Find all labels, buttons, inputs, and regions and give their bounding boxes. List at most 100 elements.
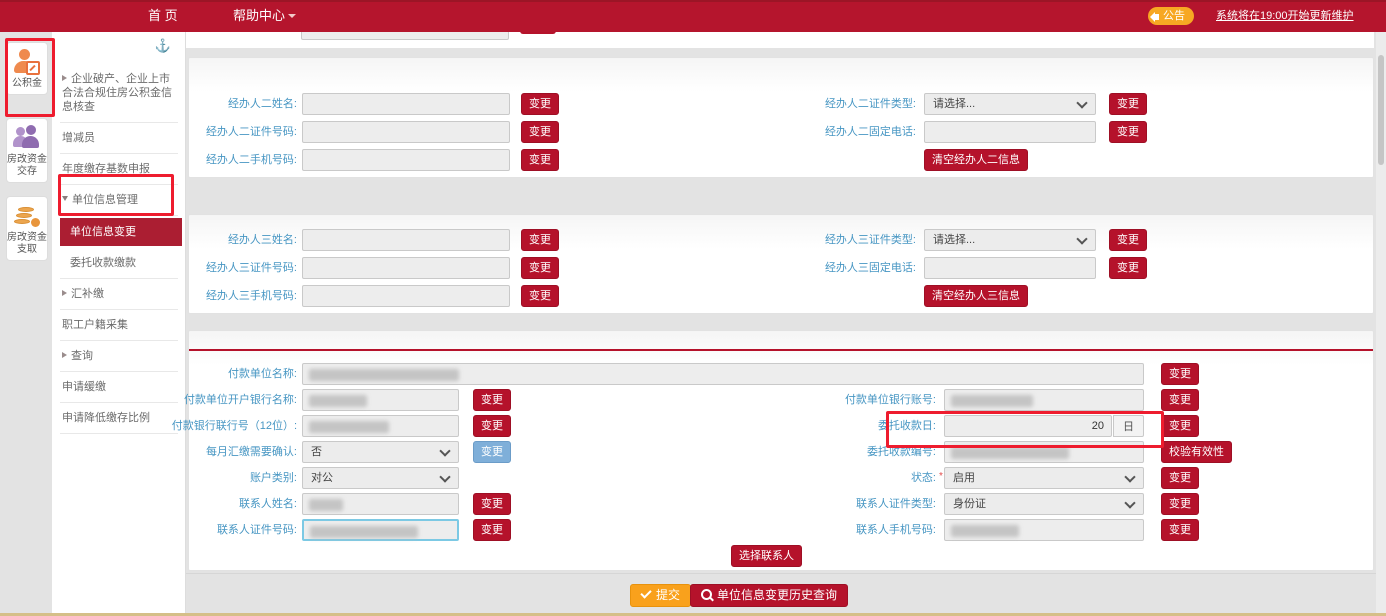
agent2-tel-input[interactable]: [924, 121, 1096, 143]
field-label: 状态:: [786, 467, 936, 489]
change-button[interactable]: 变更: [521, 149, 559, 171]
change-button[interactable]: 变更: [1161, 519, 1199, 541]
payer-bank-account-input[interactable]: [944, 389, 1144, 411]
redacted-value: [951, 395, 1033, 407]
rail-item-fanggai-zhiqu[interactable]: 房改资金支取: [6, 196, 48, 261]
change-button[interactable]: 变更: [1109, 121, 1147, 143]
payer-bank-code-input[interactable]: [302, 415, 459, 437]
change-button[interactable]: 变更: [473, 493, 511, 515]
nav-help-center[interactable]: 帮助中心: [233, 2, 296, 30]
contact-doc-type-select[interactable]: 身份证: [944, 493, 1144, 515]
form-row: 经办人三手机号码: 变更 清空经办人三信息: [189, 285, 1373, 307]
rail-item-gongjijin[interactable]: 公积金: [6, 42, 48, 95]
monthly-confirm-select[interactable]: 否: [302, 441, 459, 463]
submit-button[interactable]: 提交: [630, 584, 691, 607]
change-button[interactable]: 变更: [1161, 363, 1199, 385]
change-button[interactable]: 变更: [1161, 493, 1199, 515]
agent2-mobile-input[interactable]: [302, 149, 510, 171]
select-contact-button[interactable]: 选择联系人: [731, 545, 802, 567]
change-button[interactable]: 变更: [1161, 467, 1199, 489]
agent2-doc-type-select[interactable]: 请选择...: [924, 93, 1096, 115]
collect-no-input[interactable]: [944, 441, 1144, 463]
triangle-right-icon: [62, 290, 67, 296]
rail-label: 公积金: [7, 78, 47, 94]
form-row: 经办人二手机号码: 变更 清空经办人二信息: [189, 149, 1373, 171]
chevron-down-icon: [1076, 97, 1087, 108]
form-row: 每月汇缴需要确认: 否 变更 委托收款编号: 校验有效性: [189, 441, 1373, 463]
form-row: 选择联系人: [189, 545, 1373, 567]
sidebar-item-zhigonghuji[interactable]: 职工户籍采集: [60, 310, 178, 341]
triangle-right-icon: [62, 352, 67, 358]
collect-day-input[interactable]: 20: [944, 415, 1112, 437]
change-button[interactable]: 变更: [473, 389, 511, 411]
field-label: 经办人三手机号码:: [147, 285, 297, 307]
chevron-down-icon: [439, 445, 450, 456]
field-label: 经办人三证件号码:: [147, 257, 297, 279]
field-label: 经办人二手机号码:: [147, 149, 297, 171]
change-button[interactable]: 变更: [521, 121, 559, 143]
contact-name-input[interactable]: [302, 493, 459, 515]
change-button-disabled[interactable]: 变更: [473, 441, 511, 463]
agent3-doc-type-select[interactable]: 请选择...: [924, 229, 1096, 251]
field-label: 联系人证件号码:: [147, 519, 297, 541]
maintenance-notice-link[interactable]: 系统将在19:00开始更新维护: [1216, 2, 1354, 30]
change-history-query-button[interactable]: 单位信息变更历史查询: [690, 584, 848, 607]
agent3-tel-input[interactable]: [924, 257, 1096, 279]
change-button[interactable]: 变更: [473, 415, 511, 437]
field-label: 经办人二证件类型:: [766, 93, 916, 115]
field-label: 经办人三固定电话:: [766, 257, 916, 279]
verify-validity-button[interactable]: 校验有效性: [1161, 441, 1232, 463]
change-button[interactable]: 变更: [1161, 389, 1199, 411]
rail-item-fanggai-jiaocun[interactable]: 房改资金交存: [6, 118, 48, 183]
field-label: 账户类别:: [147, 467, 297, 489]
field-label: 委托收款日:: [786, 415, 936, 437]
change-button[interactable]: 变更: [1109, 257, 1147, 279]
agent3-id-input[interactable]: [302, 257, 510, 279]
clear-agent2-button[interactable]: 清空经办人二信息: [924, 149, 1028, 171]
field-label: 联系人证件类型:: [786, 493, 936, 515]
change-button[interactable]: 变更: [521, 257, 559, 279]
status-select[interactable]: 启用: [944, 467, 1144, 489]
cutoff-row: [186, 30, 1374, 48]
agent3-mobile-input[interactable]: [302, 285, 510, 307]
nav-home[interactable]: 首 页: [148, 2, 178, 30]
field-label: 付款银行联行号（12位）:: [147, 415, 297, 437]
change-button[interactable]: 变更: [473, 519, 511, 541]
agent3-name-input[interactable]: [302, 229, 510, 251]
agent2-id-input[interactable]: [302, 121, 510, 143]
contact-id-input[interactable]: [302, 519, 459, 541]
form-row: 付款单位开户银行名称: 变更 付款单位银行账号: 变更: [189, 389, 1373, 411]
form-row: 账户类别: 对公 状态: * 启用 变更: [189, 467, 1373, 489]
clear-agent3-button[interactable]: 清空经办人三信息: [924, 285, 1028, 307]
change-button[interactable]: 变更: [1109, 229, 1147, 251]
speaker-icon: [1155, 14, 1159, 20]
chevron-down-icon: [1124, 471, 1135, 482]
field-label: 联系人姓名:: [147, 493, 297, 515]
field-label: 经办人二证件号码:: [147, 121, 297, 143]
field-label: 联系人手机号码:: [786, 519, 936, 541]
field-label: 付款单位银行账号:: [786, 389, 936, 411]
person-edit-icon: [14, 49, 40, 75]
collect-day-unit: 日: [1113, 415, 1144, 437]
redacted-value: [951, 525, 1019, 537]
change-button[interactable]: 变更: [521, 285, 559, 307]
contact-mobile-input[interactable]: [944, 519, 1144, 541]
payer-name-input[interactable]: [302, 363, 1144, 385]
coins-icon: [14, 203, 40, 229]
change-button[interactable]: 变更: [1161, 415, 1199, 437]
payer-bank-name-input[interactable]: [302, 389, 459, 411]
announcement-badge[interactable]: 公告: [1148, 7, 1194, 25]
form-row: 联系人证件号码: 变更 联系人手机号码: 变更: [189, 519, 1373, 541]
agent2-name-input[interactable]: [302, 93, 510, 115]
change-button[interactable]: 变更: [521, 229, 559, 251]
sidebar-item-danweixinxiguanli[interactable]: 单位信息管理: [60, 185, 178, 216]
change-button[interactable]: 变更: [521, 93, 559, 115]
scrollbar-thumb[interactable]: [1378, 55, 1384, 165]
form-row: 经办人二证件号码: 变更 经办人二固定电话: 变更: [189, 121, 1373, 143]
section-divider: [189, 349, 1373, 351]
people-icon: [14, 125, 40, 151]
triangle-right-icon: [62, 75, 67, 81]
change-button[interactable]: 变更: [1109, 93, 1147, 115]
anchor-icon[interactable]: ⚓: [155, 38, 171, 54]
account-type-select[interactable]: 对公: [302, 467, 459, 489]
